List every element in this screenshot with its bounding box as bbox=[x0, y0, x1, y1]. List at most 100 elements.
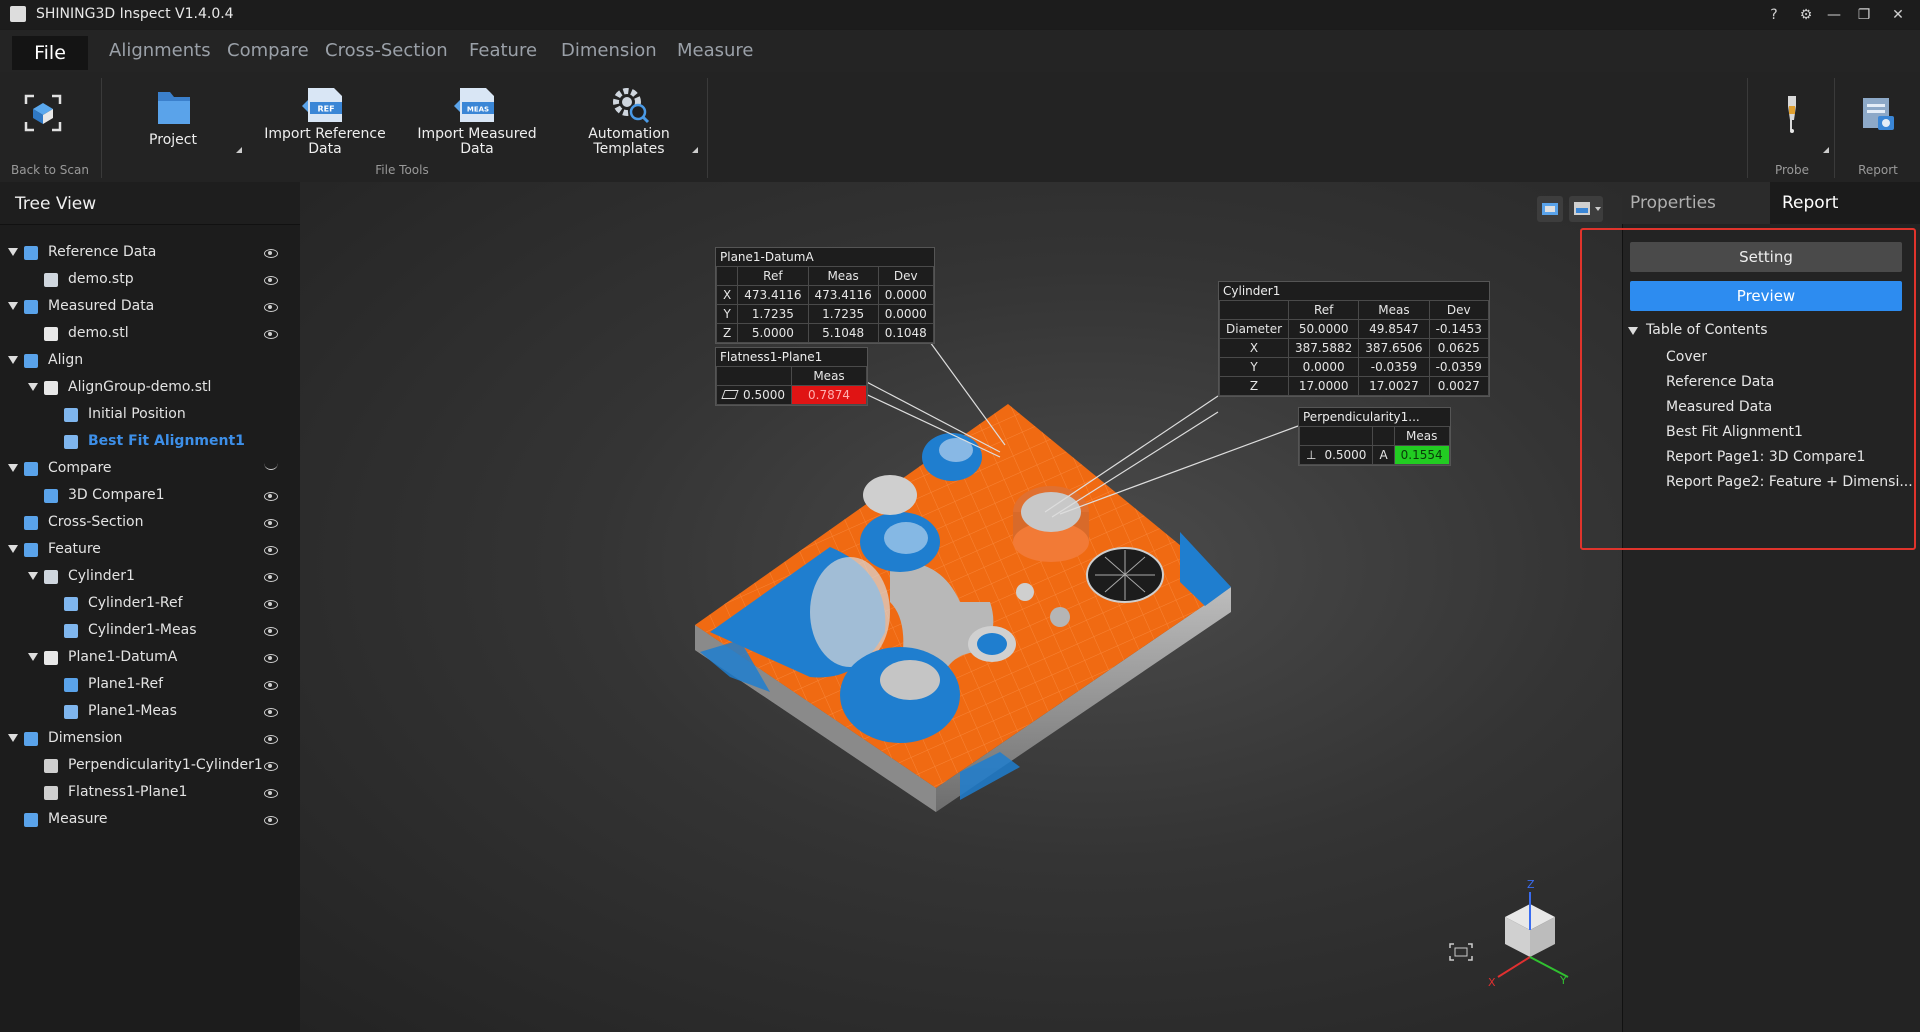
visibility-eye-icon[interactable] bbox=[264, 654, 278, 663]
probe-dropdown-arrow[interactable] bbox=[1823, 147, 1829, 153]
tree-item[interactable]: Measure bbox=[0, 808, 298, 835]
project-dropdown-arrow[interactable] bbox=[236, 147, 242, 153]
tree-item[interactable]: Plane1-Meas bbox=[0, 700, 298, 727]
visibility-eye-icon[interactable] bbox=[264, 303, 278, 312]
tree-item[interactable]: Measured Data bbox=[0, 295, 298, 322]
settings-icon[interactable]: ⚙ bbox=[1794, 4, 1818, 26]
toc-item[interactable]: Cover bbox=[1666, 349, 1707, 365]
tree-expand-arrow[interactable] bbox=[8, 734, 18, 742]
tree-expand-arrow[interactable] bbox=[8, 302, 18, 310]
menu-cross-section[interactable]: Cross-Section bbox=[325, 40, 448, 61]
tree-expand-arrow[interactable] bbox=[28, 572, 38, 580]
tree-expand-arrow[interactable] bbox=[28, 383, 38, 391]
import-measured-button[interactable]: Import Measured Data bbox=[414, 127, 540, 157]
tree-item[interactable]: Best Fit Alignment1 bbox=[0, 430, 298, 457]
toc-item[interactable]: Reference Data bbox=[1666, 374, 1774, 390]
toc-item[interactable]: Measured Data bbox=[1666, 399, 1772, 415]
tree-expand-arrow[interactable] bbox=[8, 356, 18, 364]
tree-item[interactable]: Flatness1-Plane1 bbox=[0, 781, 298, 808]
import-reference-button[interactable]: Import Reference Data bbox=[262, 127, 388, 157]
visibility-eye-icon[interactable] bbox=[264, 519, 278, 528]
tree-item[interactable]: Compare bbox=[0, 457, 298, 484]
automation-templates-icon[interactable] bbox=[600, 80, 660, 128]
visibility-eye-icon[interactable] bbox=[264, 708, 278, 717]
view-tool-button[interactable] bbox=[1537, 196, 1563, 222]
header-cell: Meas bbox=[1393, 426, 1450, 446]
import-reference-icon[interactable]: REF bbox=[296, 82, 356, 128]
y-axis-label: Y bbox=[1559, 974, 1567, 987]
visibility-eye-icon[interactable] bbox=[264, 789, 278, 798]
visibility-eye-icon[interactable] bbox=[264, 249, 278, 258]
toc-item[interactable]: Report Page2: Feature + Dimensi... bbox=[1666, 474, 1913, 490]
preview-button[interactable]: Preview bbox=[1630, 281, 1902, 311]
hidden-eye-icon[interactable] bbox=[264, 463, 278, 470]
tree-item[interactable]: Dimension bbox=[0, 727, 298, 754]
import-measured-icon[interactable]: MEAS bbox=[448, 82, 508, 128]
view-mode-button[interactable] bbox=[1569, 196, 1603, 222]
restore-icon[interactable]: ❐ bbox=[1852, 4, 1876, 26]
visibility-eye-icon[interactable] bbox=[264, 546, 278, 555]
tree-item[interactable]: Reference Data bbox=[0, 241, 298, 268]
tree-item[interactable]: Initial Position bbox=[0, 403, 298, 430]
tree-item[interactable]: demo.stl bbox=[0, 322, 298, 349]
menu-feature[interactable]: Feature bbox=[469, 40, 537, 61]
tree-item[interactable]: Cylinder1-Ref bbox=[0, 592, 298, 619]
tree-item[interactable]: Cylinder1 bbox=[0, 565, 298, 592]
tree-item[interactable]: Feature bbox=[0, 538, 298, 565]
tree-item[interactable]: 3D Compare1 bbox=[0, 484, 298, 511]
tree-item[interactable]: Align bbox=[0, 349, 298, 376]
tree-item[interactable]: Plane1-DatumA bbox=[0, 646, 298, 673]
tab-properties[interactable]: Properties bbox=[1622, 182, 1770, 224]
visibility-eye-icon[interactable] bbox=[264, 573, 278, 582]
probe-icon bbox=[1788, 96, 1796, 133]
toc-item[interactable]: Report Page1: 3D Compare1 bbox=[1666, 449, 1865, 465]
menu-dimension[interactable]: Dimension bbox=[561, 40, 657, 61]
visibility-eye-icon[interactable] bbox=[264, 627, 278, 636]
menu-measure[interactable]: Measure bbox=[677, 40, 754, 61]
tree-item[interactable]: Perpendicularity1-Cylinder1 bbox=[0, 754, 298, 781]
back-to-scan-button[interactable] bbox=[18, 88, 68, 150]
visibility-eye-icon[interactable] bbox=[264, 600, 278, 609]
tree-expand-arrow[interactable] bbox=[8, 464, 18, 472]
visibility-eye-icon[interactable] bbox=[264, 816, 278, 825]
plane1-annotation[interactable]: Plane1-DatumA Ref Meas Dev X 473.4116 47… bbox=[715, 247, 935, 344]
close-icon[interactable]: ✕ bbox=[1886, 4, 1910, 26]
visibility-eye-icon[interactable] bbox=[264, 681, 278, 690]
value-cell: -0.0359 bbox=[1428, 357, 1489, 377]
3d-viewport[interactable]: Plane1-DatumA Ref Meas Dev X 473.4116 47… bbox=[300, 182, 1622, 1032]
cylinder-annotation[interactable]: Cylinder1 Ref Meas Dev Diameter 50.0000 … bbox=[1218, 281, 1490, 397]
toc-item[interactable]: Best Fit Alignment1 bbox=[1666, 424, 1803, 440]
tree-expand-arrow[interactable] bbox=[8, 248, 18, 256]
help-icon[interactable]: ? bbox=[1762, 4, 1786, 26]
setting-button[interactable]: Setting bbox=[1630, 242, 1902, 272]
visibility-eye-icon[interactable] bbox=[264, 492, 278, 501]
tree-expand-arrow[interactable] bbox=[8, 545, 18, 553]
automation-dropdown-arrow[interactable] bbox=[692, 147, 698, 153]
tab-report[interactable]: Report bbox=[1770, 182, 1920, 224]
tree-item[interactable]: Plane1-Ref bbox=[0, 673, 298, 700]
orientation-gizmo[interactable]: Z X Y bbox=[1450, 872, 1570, 992]
visibility-eye-icon[interactable] bbox=[264, 762, 278, 771]
tree-item[interactable]: demo.stp bbox=[0, 268, 298, 295]
perpendicularity-annotation[interactable]: Perpendicularity1... Meas ⊥ 0.5000 A 0.15… bbox=[1298, 407, 1451, 466]
automation-templates-button[interactable]: Automation Templates bbox=[566, 127, 692, 157]
tree-item[interactable]: Cylinder1-Meas bbox=[0, 619, 298, 646]
hole-feature bbox=[863, 475, 917, 515]
tree-item[interactable]: AlignGroup-demo.stl bbox=[0, 376, 298, 403]
leader-line bbox=[1059, 425, 1299, 515]
visibility-eye-icon[interactable] bbox=[264, 276, 278, 285]
minimize-icon[interactable]: — bbox=[1822, 4, 1846, 26]
menu-file[interactable]: File bbox=[12, 36, 88, 70]
tree-expand-arrow[interactable] bbox=[28, 653, 38, 661]
toc-title[interactable]: Table of Contents bbox=[1646, 322, 1768, 338]
probe-button[interactable] bbox=[1774, 90, 1810, 140]
menu-compare[interactable]: Compare bbox=[227, 40, 309, 61]
toc-collapse-arrow[interactable] bbox=[1628, 327, 1638, 335]
visibility-eye-icon[interactable] bbox=[264, 735, 278, 744]
tree-item[interactable]: Cross-Section bbox=[0, 511, 298, 538]
visibility-eye-icon[interactable] bbox=[264, 330, 278, 339]
menu-alignments[interactable]: Alignments bbox=[109, 40, 211, 61]
flatness-annotation[interactable]: Flatness1-Plane1 Meas 0.5000 0.7874 bbox=[715, 347, 868, 406]
header-cell: Meas bbox=[1358, 300, 1430, 320]
report-button[interactable] bbox=[1858, 92, 1898, 138]
